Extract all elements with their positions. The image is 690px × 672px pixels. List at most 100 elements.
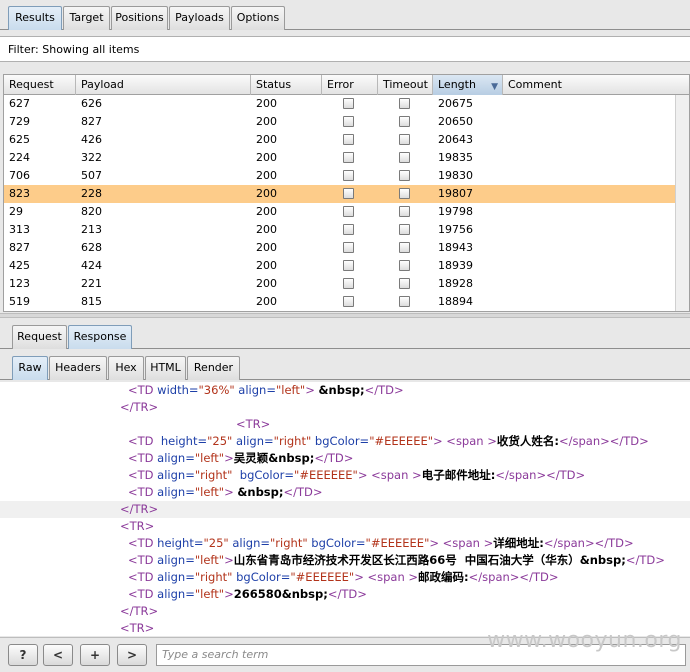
timeout-checkbox[interactable]	[399, 98, 410, 109]
error-checkbox[interactable]	[343, 296, 354, 307]
table-row[interactable]: 224 322 200 19835	[4, 149, 677, 167]
cell-payload: 820	[81, 205, 102, 218]
code-token: </TD>	[327, 587, 367, 601]
filter-bar[interactable]: Filter: Showing all items	[0, 36, 690, 62]
timeout-checkbox[interactable]	[399, 116, 410, 127]
col-payload[interactable]: Payload	[76, 75, 251, 95]
code-line: <TD align="left">山东省青岛市经济技术开发区长江西路66号 中国…	[0, 552, 690, 569]
table-row[interactable]: 313 213 200 19756	[4, 221, 677, 239]
watermark: www.wooyun.org	[487, 628, 682, 653]
timeout-checkbox[interactable]	[399, 188, 410, 199]
tab-payloads[interactable]: Payloads	[169, 6, 230, 30]
table-row[interactable]: 729 827 200 20650	[4, 113, 677, 131]
col-length[interactable]: Length ▼	[433, 75, 503, 95]
table-row[interactable]: 823 228 200 19807	[4, 185, 677, 203]
cell-request: 729	[9, 115, 30, 128]
tab-headers[interactable]: Headers	[49, 356, 107, 380]
table-row[interactable]: 706 507 200 19830	[4, 167, 677, 185]
error-checkbox[interactable]	[343, 98, 354, 109]
tab-hex[interactable]: Hex	[108, 356, 144, 380]
table-row[interactable]: 827 628 200 18943	[4, 239, 677, 257]
previous-match-button[interactable]: <	[43, 644, 73, 666]
error-checkbox[interactable]	[343, 278, 354, 289]
col-comment[interactable]: Comment	[503, 75, 689, 95]
cell-payload: 228	[81, 187, 102, 200]
col-timeout[interactable]: Timeout	[378, 75, 433, 95]
cell-payload: 221	[81, 277, 102, 290]
pane-splitter[interactable]	[0, 313, 690, 318]
code-token: bgColor=	[311, 434, 370, 448]
timeout-checkbox[interactable]	[399, 224, 410, 235]
next-match-button[interactable]: >	[117, 644, 147, 666]
error-checkbox[interactable]	[343, 134, 354, 145]
help-button[interactable]: ?	[8, 644, 38, 666]
code-token: </span></TD>	[468, 570, 559, 584]
tab-positions[interactable]: Positions	[111, 6, 168, 30]
error-checkbox[interactable]	[343, 224, 354, 235]
error-checkbox[interactable]	[343, 260, 354, 271]
tab-raw[interactable]: Raw	[12, 356, 48, 380]
code-token: align=	[157, 468, 195, 482]
code-token: > <span >	[433, 434, 497, 448]
table-row[interactable]: 627 626 200 20675	[4, 95, 677, 113]
error-checkbox[interactable]	[343, 152, 354, 163]
table-row[interactable]: 123 221 200 18928	[4, 275, 677, 293]
timeout-checkbox[interactable]	[399, 278, 410, 289]
timeout-checkbox[interactable]	[399, 152, 410, 163]
tab-render[interactable]: Render	[187, 356, 240, 380]
table-row[interactable]: 519 815 200 18894	[4, 293, 677, 311]
error-checkbox[interactable]	[343, 170, 354, 181]
response-body-editor[interactable]: <TD width="36%" align="left"> &nbsp;</TD…	[0, 382, 690, 636]
tab-html[interactable]: HTML	[145, 356, 186, 380]
code-line: <TR>	[0, 416, 690, 433]
timeout-checkbox[interactable]	[399, 260, 410, 271]
code-token: <TD	[128, 536, 158, 550]
cell-payload: 322	[81, 151, 102, 164]
tab-options[interactable]: Options	[231, 6, 285, 30]
error-checkbox[interactable]	[343, 116, 354, 127]
table-scrollbar[interactable]	[675, 95, 689, 311]
code-line: </TR>	[0, 501, 690, 518]
code-token: > <span >	[429, 536, 494, 550]
code-token: >	[224, 553, 234, 567]
cell-request: 29	[9, 205, 23, 218]
code-token: align=	[232, 434, 274, 448]
code-token: bgColor=	[232, 570, 291, 584]
code-token: >	[224, 485, 238, 499]
cell-status: 200	[256, 115, 277, 128]
tab-response[interactable]: Response	[68, 325, 132, 349]
timeout-checkbox[interactable]	[399, 206, 410, 217]
col-request[interactable]: Request	[4, 75, 76, 95]
code-token: <TD	[128, 485, 158, 499]
code-token: >	[224, 587, 234, 601]
table-row[interactable]: 29 820 200 19798	[4, 203, 677, 221]
code-token: </TR>	[120, 604, 159, 618]
tab-target[interactable]: Target	[63, 6, 110, 30]
main-tab-bar: Results Target Positions Payloads Option…	[0, 0, 690, 31]
timeout-checkbox[interactable]	[399, 134, 410, 145]
code-token: align=	[157, 485, 195, 499]
error-checkbox[interactable]	[343, 188, 354, 199]
cell-request: 519	[9, 295, 30, 308]
tab-request[interactable]: Request	[12, 325, 67, 349]
timeout-checkbox[interactable]	[399, 170, 410, 181]
code-token: </TR>	[120, 502, 159, 516]
add-button[interactable]: +	[80, 644, 110, 666]
cell-status: 200	[256, 277, 277, 290]
table-row[interactable]: 625 426 200 20643	[4, 131, 677, 149]
col-error[interactable]: Error	[322, 75, 378, 95]
error-checkbox[interactable]	[343, 242, 354, 253]
code-token: </span></TD>	[495, 468, 586, 482]
timeout-checkbox[interactable]	[399, 242, 410, 253]
error-checkbox[interactable]	[343, 206, 354, 217]
cell-length: 18894	[438, 295, 473, 308]
table-row[interactable]: 425 424 200 18939	[4, 257, 677, 275]
col-status[interactable]: Status	[251, 75, 322, 95]
code-token: </TD>	[314, 451, 354, 465]
tab-results[interactable]: Results	[8, 6, 62, 30]
cell-status: 200	[256, 187, 277, 200]
timeout-checkbox[interactable]	[399, 296, 410, 307]
code-token: align=	[157, 570, 195, 584]
code-token: "left"	[194, 485, 225, 499]
cell-payload: 426	[81, 133, 102, 146]
